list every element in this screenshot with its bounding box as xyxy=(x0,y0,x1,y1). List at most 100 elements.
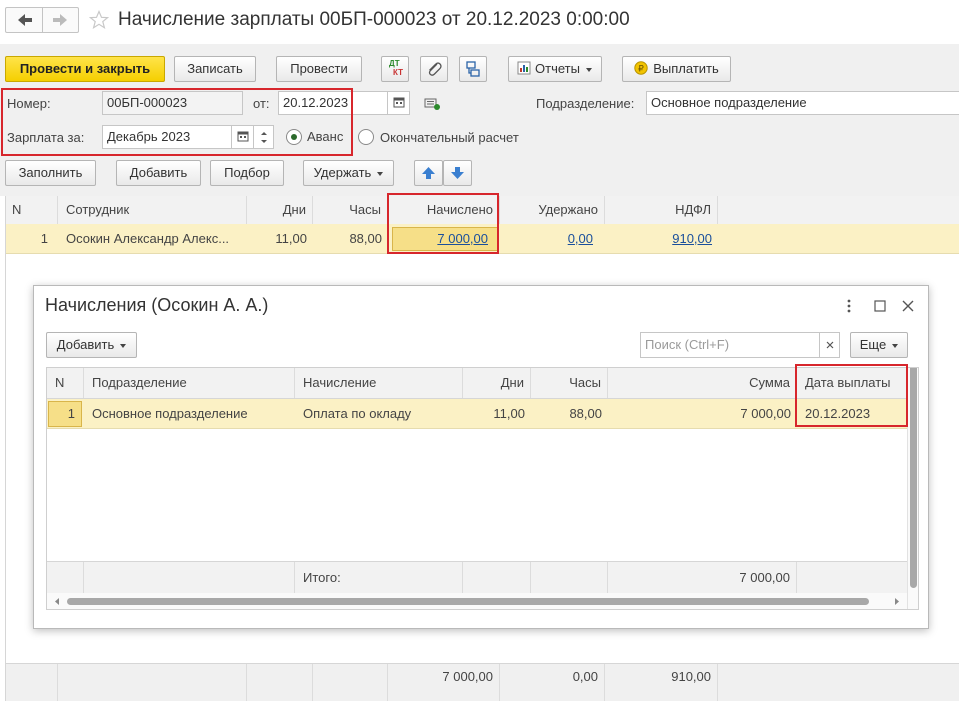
number-field[interactable]: 00БП-000023 xyxy=(102,91,243,115)
total-accrued: 7 000,00 xyxy=(388,664,500,701)
col-hours[interactable]: Часы xyxy=(313,196,388,224)
dt-kt-icon-top: ДТ xyxy=(389,59,400,68)
salary-for-field[interactable]: Декабрь 2023 xyxy=(102,125,232,149)
col-days[interactable]: Дни xyxy=(463,368,531,398)
row-hours: 88,00 xyxy=(569,406,602,421)
history-icon[interactable] xyxy=(423,96,441,112)
svg-text:₽: ₽ xyxy=(638,65,644,75)
dt-kt-button[interactable]: ДТ КТ xyxy=(381,56,409,82)
period-picker-button[interactable] xyxy=(232,125,254,149)
main-table-header: N Сотрудник Дни Часы Начислено Удержано … xyxy=(6,196,959,225)
move-up-button[interactable] xyxy=(414,160,443,186)
row-withheld[interactable]: 0,00 xyxy=(500,224,599,253)
arrow-right-icon xyxy=(53,14,67,26)
vertical-scrollbar-thumb[interactable] xyxy=(910,368,917,588)
date-picker-button[interactable] xyxy=(388,91,410,115)
row-ndfl[interactable]: 910,00 xyxy=(605,224,718,253)
pay-button[interactable]: ₽ Выплатить xyxy=(622,56,731,82)
row-sum: 7 000,00 xyxy=(740,406,791,421)
add-row-button[interactable]: Добавить xyxy=(116,160,201,186)
total-withheld: 0,00 xyxy=(500,664,605,701)
total-sum: 7 000,00 xyxy=(608,562,797,593)
footer-cell xyxy=(6,664,58,701)
vertical-scrollbar[interactable] xyxy=(907,368,918,609)
chevron-down-icon xyxy=(892,343,899,348)
post-button[interactable]: Провести xyxy=(276,56,362,82)
row-accrued[interactable]: 7 000,00 xyxy=(388,224,494,253)
salary-for-label: Зарплата за: xyxy=(7,130,85,145)
search-clear-button[interactable] xyxy=(820,332,840,358)
footer-cell xyxy=(531,562,608,593)
dialog-title: Начисления (Осокин А. А.) xyxy=(45,295,269,315)
arrow-up-icon xyxy=(422,167,435,179)
radio-final-label: Окончательный расчет xyxy=(380,130,519,145)
footer-cell xyxy=(313,664,388,701)
row-division: Основное подразделение xyxy=(92,406,248,421)
calendar-icon xyxy=(237,131,249,142)
favorite-star-icon[interactable] xyxy=(88,9,110,30)
more-label: Еще xyxy=(859,337,887,352)
footer-cell xyxy=(247,664,313,701)
horizontal-scrollbar[interactable] xyxy=(47,593,907,609)
footer-cell xyxy=(58,664,247,701)
ruble-coin-icon: ₽ xyxy=(634,61,648,75)
reports-button[interactable]: Отчеты xyxy=(508,56,602,82)
footer-cell xyxy=(84,562,295,593)
move-down-button[interactable] xyxy=(443,160,472,186)
col-sum[interactable]: Сумма xyxy=(608,368,797,398)
division-field[interactable]: Основное подразделение xyxy=(646,91,959,115)
number-label: Номер: xyxy=(7,96,51,111)
col-n[interactable]: N xyxy=(47,368,84,398)
radio-final[interactable] xyxy=(358,129,374,145)
main-table-footer: 7 000,00 0,00 910,00 xyxy=(6,663,959,701)
dt-kt-icon-bottom: КТ xyxy=(393,68,403,77)
dialog-add-button[interactable]: Добавить xyxy=(46,332,137,358)
table-row[interactable]: 1 Основное подразделение Оплата по оклад… xyxy=(47,399,907,429)
col-pay-date[interactable]: Дата выплаты xyxy=(797,368,907,398)
close-icon[interactable] xyxy=(900,298,916,314)
scroll-right-icon xyxy=(895,598,899,605)
col-n[interactable]: N xyxy=(6,196,58,224)
fill-button[interactable]: Заполнить xyxy=(5,160,96,186)
arrow-down-icon xyxy=(451,167,464,179)
page-title: Начисление зарплаты 00БП-000023 от 20.12… xyxy=(118,9,630,30)
col-employee[interactable]: Сотрудник xyxy=(58,196,247,224)
withhold-button[interactable]: Удержать xyxy=(303,160,394,186)
period-spinner[interactable] xyxy=(254,125,274,149)
dialog-add-label: Добавить xyxy=(56,337,115,352)
col-hours[interactable]: Часы xyxy=(531,368,608,398)
accruals-dialog: Начисления (Осокин А. А.) Добавить Поиск… xyxy=(33,285,929,629)
withhold-label: Удержать xyxy=(313,165,372,180)
row-n: 1 xyxy=(67,406,75,421)
forward-button[interactable] xyxy=(43,8,79,32)
row-pay-date: 20.12.2023 xyxy=(805,406,871,421)
back-button[interactable] xyxy=(6,8,43,32)
col-division[interactable]: Подразделение xyxy=(84,368,295,398)
date-field[interactable]: 20.12.2023 xyxy=(278,91,388,115)
table-row[interactable]: 1 Осокин Александр Алекс... 11,00 88,00 … xyxy=(6,224,959,254)
structure-button[interactable] xyxy=(459,56,487,82)
maximize-icon[interactable] xyxy=(872,298,888,314)
col-withheld[interactable]: Удержано xyxy=(500,196,605,224)
col-ndfl[interactable]: НДФЛ xyxy=(605,196,718,224)
attach-button[interactable] xyxy=(420,56,448,82)
more-vert-icon[interactable] xyxy=(842,298,856,314)
col-accrued[interactable]: Начислено xyxy=(388,196,500,224)
more-button[interactable]: Еще xyxy=(850,332,908,358)
arrow-left-icon xyxy=(18,14,32,26)
scrollbar-thumb[interactable] xyxy=(67,598,869,605)
save-button[interactable]: Записать xyxy=(174,56,256,82)
nav-buttons xyxy=(5,7,79,33)
row-hours: 88,00 xyxy=(349,231,382,246)
radio-advance[interactable] xyxy=(286,129,302,145)
col-days[interactable]: Дни xyxy=(247,196,313,224)
row-days: 11,00 xyxy=(493,406,525,421)
post-and-close-button[interactable]: Провести и закрыть xyxy=(5,56,165,82)
search-input[interactable]: Поиск (Ctrl+F) xyxy=(640,332,820,358)
select-button[interactable]: Подбор xyxy=(210,160,284,186)
calendar-icon xyxy=(393,97,405,108)
chevron-down-icon xyxy=(585,67,592,72)
col-accrual[interactable]: Начисление xyxy=(295,368,463,398)
pay-label: Выплатить xyxy=(653,61,719,76)
spinner-arrows-icon xyxy=(261,132,267,143)
